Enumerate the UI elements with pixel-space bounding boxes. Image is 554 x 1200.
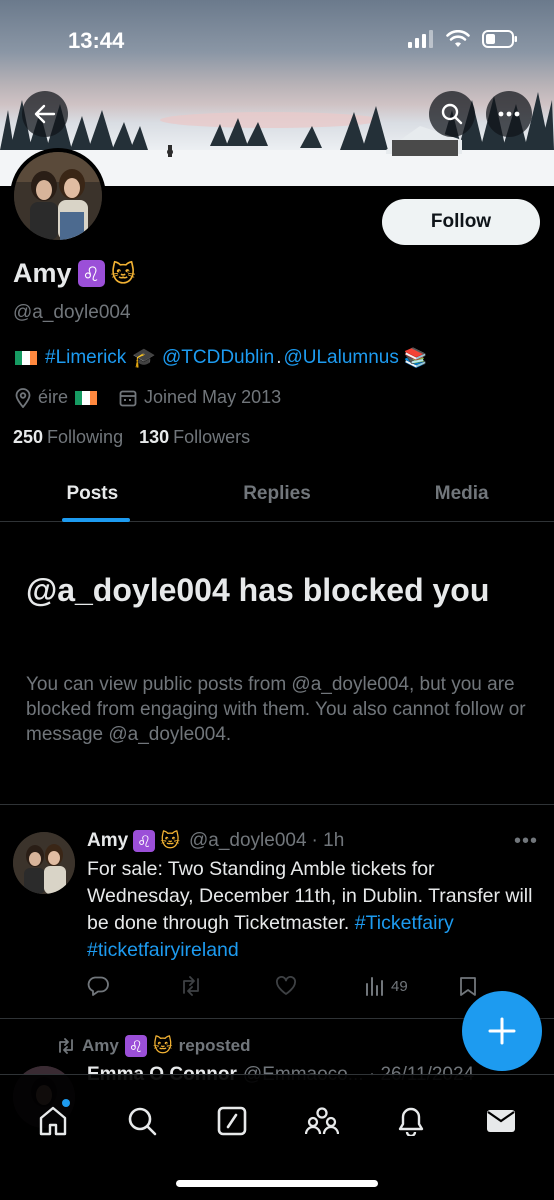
reposter-name[interactable]: Amy	[82, 1036, 119, 1056]
compose-button[interactable]	[462, 991, 542, 1071]
graduation-cap-emoji: 🎓	[132, 347, 156, 369]
home-icon	[39, 1106, 67, 1136]
post-header: Amy ♌ 🐱 @a_doyle004 · 1h	[87, 830, 344, 852]
repost-icon	[59, 1038, 73, 1054]
location-pin-icon	[15, 387, 31, 408]
post[interactable]: Amy ♌ 🐱 @a_doyle004 · 1h ••• For sale: T…	[0, 818, 554, 1018]
ireland-flag-icon	[75, 390, 97, 405]
bio-mention-tcd[interactable]: @TCDDublin	[162, 347, 274, 369]
cat-emoji: 🐱	[110, 259, 136, 288]
tab-replies[interactable]: Replies	[185, 466, 370, 521]
post-hashtag-ticketfairyireland[interactable]: #ticketfairyireland	[87, 939, 239, 961]
wifi-icon	[446, 30, 470, 47]
follow-button[interactable]: Follow	[382, 199, 540, 245]
ireland-flag-icon	[15, 350, 37, 365]
post-hashtag-ticketfairy[interactable]: #Ticketfairy	[355, 912, 454, 934]
search-icon	[129, 1107, 157, 1136]
repost-label: reposted	[178, 1036, 251, 1055]
bookmark-button[interactable]	[459, 976, 477, 996]
tab-label: Posts	[66, 482, 119, 504]
tab-label: Media	[434, 482, 489, 504]
views-count: 49	[391, 977, 408, 995]
books-emoji: 📚	[403, 347, 428, 369]
profile-location: éire	[38, 387, 69, 407]
leo-emoji: ♌	[124, 1035, 147, 1057]
bookmark-icon	[460, 977, 476, 996]
followers-link[interactable]: 130 Followers	[139, 427, 250, 448]
mail-icon	[487, 1110, 516, 1132]
blocked-description: You can view public posts from @a_doyle0…	[26, 674, 526, 745]
post-text-content: For sale: Two Standing Amble tickets for…	[87, 858, 533, 934]
post-author-avatar[interactable]	[13, 832, 75, 894]
cellular-signal-icon	[408, 30, 433, 48]
post-actions: 49	[87, 976, 507, 996]
profile-tabs: Posts Replies Media	[0, 466, 554, 522]
communities-icon	[304, 1107, 339, 1135]
leo-emoji: ♌	[77, 260, 105, 287]
nav-messages[interactable]	[478, 1101, 524, 1141]
more-horizontal-icon	[498, 111, 520, 117]
views-icon	[366, 977, 383, 996]
followers-count: 130	[139, 427, 170, 447]
reply-button[interactable]	[87, 976, 179, 996]
nav-grok[interactable]	[209, 1101, 255, 1141]
notification-dot	[61, 1099, 70, 1107]
nav-notifications[interactable]	[388, 1101, 434, 1141]
tab-label: Replies	[243, 482, 311, 504]
search-button[interactable]	[429, 91, 475, 137]
bio-dot: .	[276, 346, 282, 368]
divider	[0, 804, 554, 805]
post-author-name[interactable]: Amy	[87, 830, 128, 852]
reply-icon	[87, 976, 109, 996]
calendar-icon	[119, 390, 137, 406]
leo-emoji: ♌	[133, 830, 156, 852]
profile-name-row: Amy ♌ 🐱	[13, 258, 136, 289]
following-label: Following	[47, 427, 124, 447]
post-author-handle: @a_doyle004	[189, 830, 307, 851]
arrow-left-icon	[34, 104, 56, 124]
post-text: For sale: Two Standing Amble tickets for…	[87, 856, 539, 964]
heart-icon	[276, 976, 296, 995]
home-indicator	[176, 1180, 378, 1187]
followers-label: Followers	[173, 427, 251, 447]
tab-media[interactable]: Media	[369, 466, 554, 521]
status-time: 13:44	[68, 28, 125, 53]
active-tab-indicator	[62, 518, 130, 522]
back-button[interactable]	[22, 91, 68, 137]
cat-emoji: 🐱	[160, 830, 180, 852]
repost-button[interactable]	[179, 976, 275, 996]
nav-communities[interactable]	[299, 1101, 345, 1141]
bio-mention-ul[interactable]: @ULalumnus	[283, 347, 398, 369]
more-options-button[interactable]	[486, 91, 532, 137]
search-icon	[441, 103, 463, 125]
views-button[interactable]: 49	[365, 976, 445, 996]
profile-handle: @a_doyle004	[13, 302, 131, 323]
profile-joined: Joined May 2013	[144, 387, 282, 407]
profile-counts: 250 Following 130 Followers	[13, 427, 250, 448]
repost-attribution: Amy ♌ 🐱 reposted	[56, 1035, 250, 1057]
bell-icon	[399, 1107, 424, 1136]
battery-icon	[482, 30, 517, 48]
cat-emoji: 🐱	[152, 1035, 173, 1057]
grok-icon	[217, 1106, 247, 1136]
status-bar: 13:44	[0, 0, 554, 84]
profile-bio: #Limerick 🎓 @TCDDublin . @ULalumnus 📚	[15, 346, 428, 369]
profile-meta: éire Joined May 2013	[15, 387, 281, 408]
repost-icon	[183, 976, 199, 996]
bio-hashtag-link[interactable]: #Limerick	[45, 347, 126, 369]
blocked-title: @a_doyle004 has blocked you	[26, 572, 490, 608]
like-button[interactable]	[275, 976, 365, 996]
following-link[interactable]: 250 Following	[13, 427, 123, 448]
display-name: Amy	[13, 258, 72, 288]
plus-icon	[488, 1017, 516, 1045]
nav-home[interactable]	[30, 1099, 76, 1141]
post-more-icon[interactable]: •••	[514, 830, 538, 853]
following-count: 250	[13, 427, 44, 447]
post-time: · 1h	[311, 830, 345, 851]
nav-search[interactable]	[119, 1101, 165, 1141]
tab-posts[interactable]: Posts	[0, 466, 185, 522]
profile-avatar[interactable]	[10, 148, 106, 244]
